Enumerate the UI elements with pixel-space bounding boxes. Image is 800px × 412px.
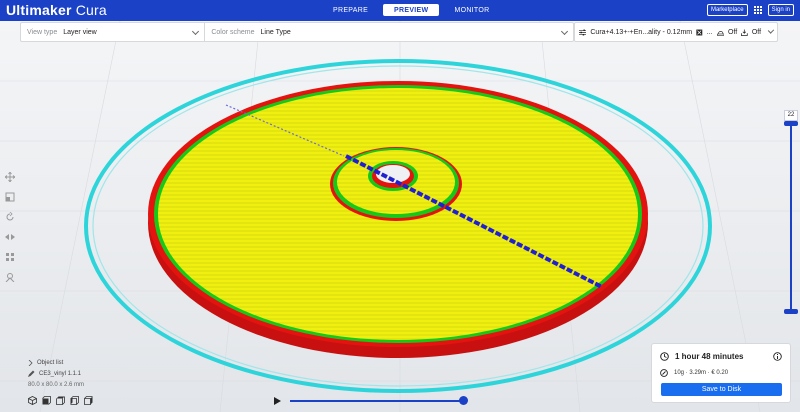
material-usage: 10g · 3.29m · € 0.20 (674, 370, 729, 376)
print-time: 1 hour 48 minutes (675, 352, 744, 361)
view-type-value: Layer view (63, 28, 97, 36)
tab-monitor[interactable]: MONITOR (443, 4, 500, 16)
view-left-icon[interactable] (70, 396, 79, 405)
rotate-icon[interactable] (4, 211, 16, 223)
view-top-icon[interactable] (56, 396, 65, 405)
path-slider-handle[interactable] (459, 396, 468, 405)
object-name-row: CE3_vinyl 1.1.1 (28, 368, 84, 379)
path-slider-track[interactable] (290, 400, 464, 402)
stage-tabs: PREPARE PREVIEW MONITOR (322, 4, 500, 16)
layer-number-box[interactable]: 22 (784, 110, 798, 121)
sign-in-button[interactable]: Sign in (767, 4, 794, 16)
camera-view-buttons (28, 396, 93, 405)
infill-value: Off (751, 28, 762, 36)
layer-slider-track[interactable] (790, 123, 792, 313)
tab-preview[interactable]: PREVIEW (383, 4, 440, 16)
top-right-controls: Marketplace Sign in (706, 4, 794, 16)
view-options-bar: View type Layer view Color scheme Line T… (20, 22, 574, 42)
pencil-icon (28, 370, 35, 377)
per-model-settings-icon[interactable] (4, 251, 16, 263)
color-scheme-label: Color scheme (211, 28, 255, 36)
view-type-label: View type (27, 28, 58, 36)
sliders-icon (579, 29, 587, 35)
layer-slider-bottom-handle[interactable] (784, 309, 798, 314)
view-right-icon[interactable] (84, 396, 93, 405)
object-name[interactable]: CE3_vinyl 1.1.1 (39, 371, 81, 377)
chevron-down-icon (767, 26, 775, 34)
print-time-row: 1 hour 48 minutes (660, 352, 743, 361)
layer-slider-top-handle[interactable] (784, 121, 798, 126)
adhesion-value: Off (727, 28, 738, 36)
print-settings-bar[interactable]: Cura+4.13+-+En...ality - 0.12mm ... Off … (574, 22, 778, 42)
top-bar: Ultimaker Cura PREPARE PREVIEW MONITOR M… (0, 0, 800, 21)
object-list-panel: Object list CE3_vinyl 1.1.1 80.0 x 80.0 … (28, 357, 93, 405)
view-type-dropdown[interactable]: View type Layer view (21, 23, 204, 41)
support-blocker-icon[interactable] (4, 271, 16, 283)
3d-viewport[interactable]: 22 Object list CE3_vinyl 1.1.1 80.0 x 80… (0, 21, 800, 412)
object-list-title: Object list (37, 359, 64, 366)
apps-grid-icon[interactable] (753, 6, 762, 14)
object-dimensions: 80.0 x 80.0 x 2.6 mm (28, 381, 85, 388)
info-icon[interactable] (773, 352, 782, 363)
move-icon[interactable] (4, 171, 16, 183)
support-value: ... (706, 28, 713, 36)
color-scheme-value: Line Type (260, 28, 291, 36)
object-list-toggle[interactable]: Object list (28, 357, 84, 368)
view-3d-icon[interactable] (28, 396, 37, 405)
clock-icon (660, 352, 669, 361)
tab-prepare[interactable]: PREPARE (322, 4, 379, 16)
scale-icon[interactable] (4, 191, 16, 203)
color-scheme-dropdown[interactable]: Color scheme Line Type (204, 23, 573, 41)
marketplace-button[interactable]: Marketplace (706, 4, 748, 16)
spool-icon (660, 369, 668, 377)
print-profile: Cura+4.13+-+En...ality - 0.12mm (590, 28, 693, 36)
chevron-down-icon (192, 27, 200, 36)
chevron-down-icon (560, 27, 569, 36)
mirror-icon[interactable] (4, 231, 16, 243)
infill-download-icon (741, 29, 748, 36)
print-action-panel: 1 hour 48 minutes 10g · 3.29m · € 0.20 S… (651, 343, 791, 403)
left-toolbar (4, 171, 16, 283)
support-icon (696, 29, 703, 35)
adhesion-icon (716, 30, 724, 36)
save-to-disk-button[interactable]: Save to Disk (661, 383, 782, 396)
chevron-right-icon (28, 359, 33, 366)
material-row: 10g · 3.29m · € 0.20 (660, 369, 728, 377)
app-logo: Ultimaker Cura (6, 2, 107, 18)
play-icon[interactable] (274, 397, 281, 405)
view-front-icon[interactable] (42, 396, 51, 405)
